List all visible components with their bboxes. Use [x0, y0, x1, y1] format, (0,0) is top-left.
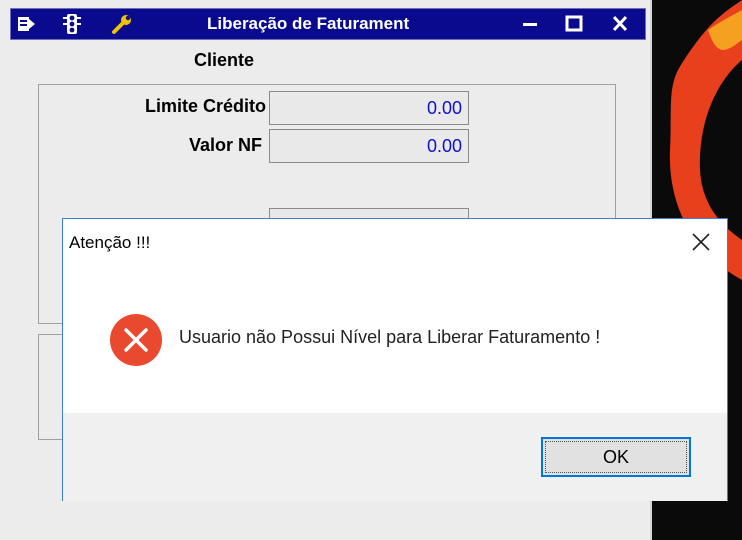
dialog-message: Usuario não Possui Nível para Liberar Fa…: [179, 327, 601, 347]
main-window-title: Liberação de Faturament: [207, 14, 410, 33]
valor-nf-field[interactable]: 0.00: [269, 129, 469, 163]
wrench-icon[interactable]: [111, 13, 133, 35]
limite-credito-label: Limite Crédito: [144, 96, 266, 116]
traffic-light-icon[interactable]: [61, 13, 83, 35]
cliente-section-label: Cliente: [194, 50, 255, 70]
maximize-button[interactable]: [563, 13, 585, 35]
close-icon: [692, 233, 710, 251]
minimize-button[interactable]: [519, 13, 541, 35]
limite-credito-field[interactable]: 0.00: [269, 91, 469, 125]
error-icon: [109, 313, 163, 367]
dialog-title: Atenção !!!: [69, 233, 151, 252]
main-titlebar: Liberação de Faturament: [10, 8, 646, 40]
dialog-footer: OK: [63, 413, 727, 501]
alert-dialog: Atenção !!! Usuario não Possui Nível par…: [62, 218, 728, 501]
dialog-close-button[interactable]: [683, 225, 719, 259]
close-button[interactable]: [609, 13, 631, 35]
ok-button[interactable]: OK: [541, 437, 691, 477]
valor-nf-label: Valor NF: [188, 135, 262, 155]
menu-icon[interactable]: [15, 13, 37, 35]
